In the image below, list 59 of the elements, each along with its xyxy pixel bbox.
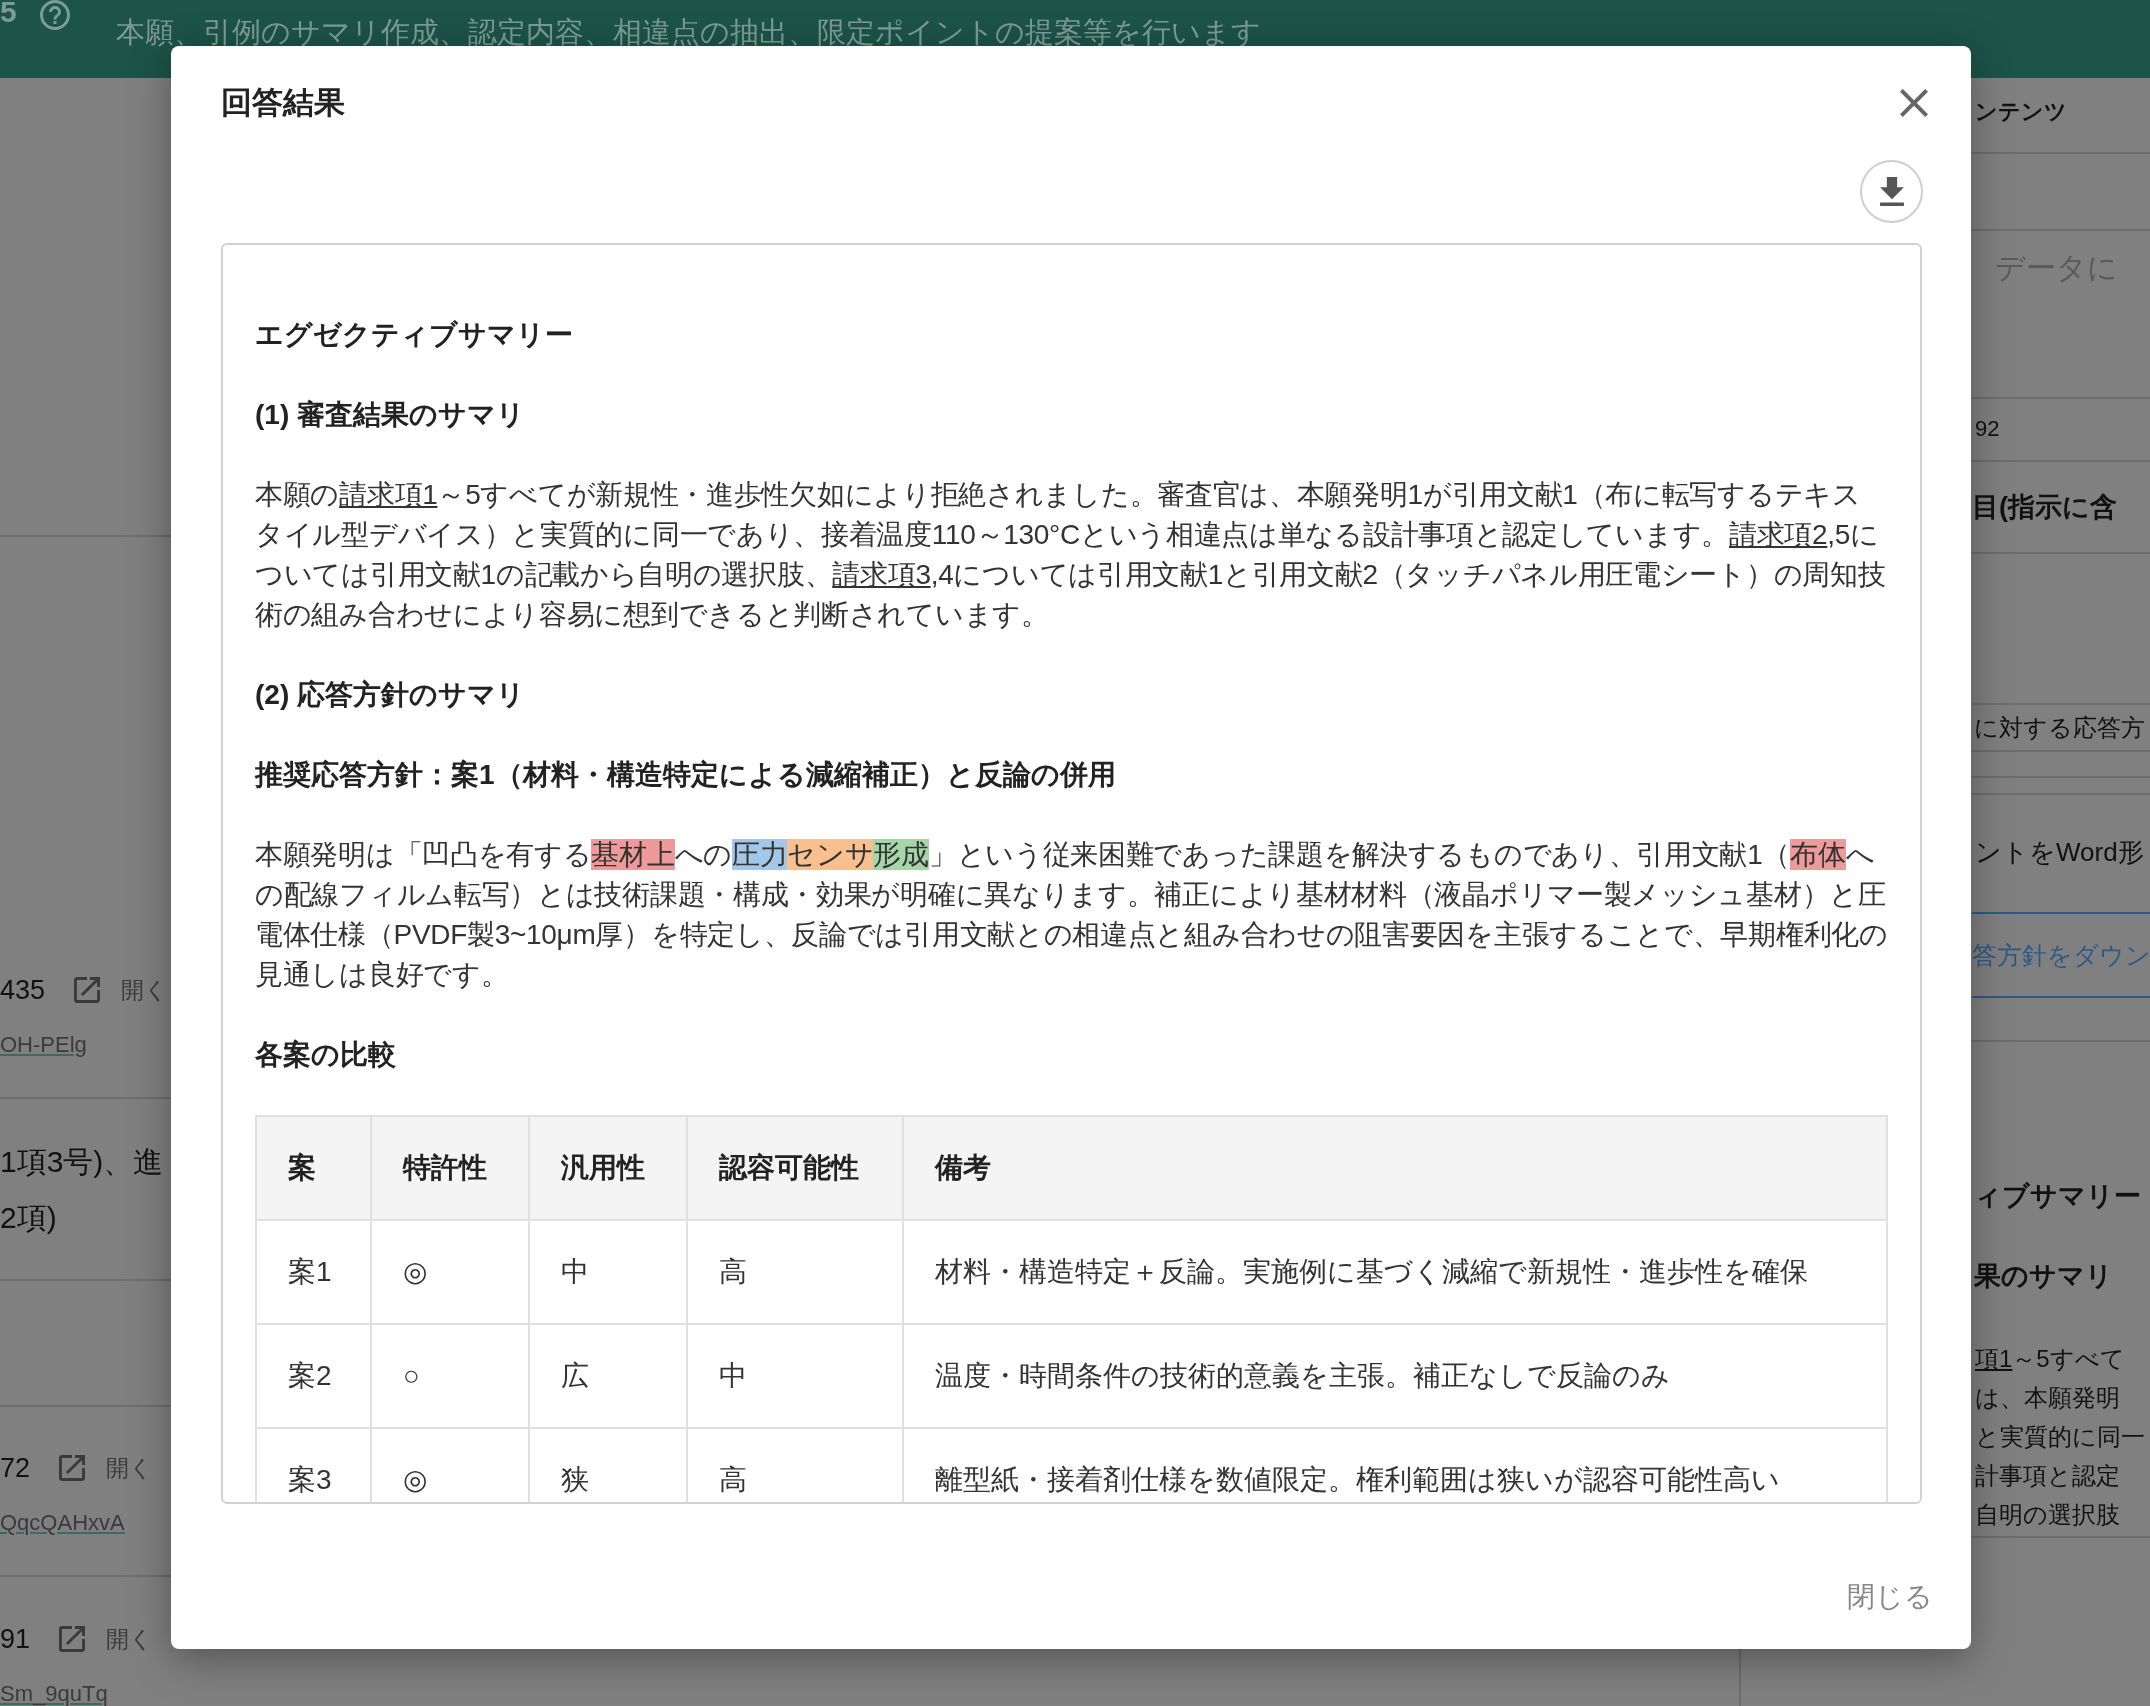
- id-link[interactable]: OH-PElg: [0, 1033, 87, 1057]
- header-description: 本願、引例のサマリ作成、認定内容、相違点の抽出、限定ポイントの提案等を行います: [115, 16, 1261, 48]
- section-heading: 推奨応答方針：案1（材料・構造特定による減縮補正）と反論の併用: [255, 758, 1117, 792]
- body-text: 2項): [0, 1200, 58, 1236]
- paragraph: 本願の請求項1～5すべてが新規性・進歩性欠如により拒絶されました。審査官は、本願発明1が引用文献1（布に転写するテキスタイル型デバイス）と実質的に同一であり、接着温度110～130°Cという相違点は単なる設計事項と認定しています。請求項2,5については引用文献1の記載から自明の選択肢、請求項3,4については引用文献1と引用文献2（タッチパネル用圧電シート）の周知技術の組み合わせにより容易に想到できると判断されています。: [255, 478, 1887, 632]
- option-label: ントをWord形: [1974, 836, 2144, 869]
- close-icon: [1900, 89, 1928, 117]
- section-heading: エグゼクティブサマリー: [255, 318, 574, 352]
- field-label: 目(指示に含: [1972, 491, 2117, 524]
- preview-text: 項1～5すべて: [1974, 1344, 2126, 1374]
- panel-title: ンテンツ: [1974, 98, 2067, 126]
- column-header: 案: [256, 1116, 371, 1220]
- column-header: 備考: [903, 1116, 1887, 1220]
- dialog-title: 回答結果: [221, 84, 345, 122]
- body-text: 1項3号)、進: [0, 1144, 165, 1180]
- claim-link[interactable]: 項1: [1975, 1345, 2013, 1372]
- section-heading: (2) 応答方針のサマリ: [255, 678, 526, 712]
- external-link-icon[interactable]: [74, 977, 101, 1003]
- table-cell: ◎: [371, 1220, 529, 1324]
- preview-heading: ィブサマリー: [1973, 1180, 2141, 1213]
- table-cell: 案2: [256, 1324, 371, 1428]
- table-cell: 広: [529, 1324, 687, 1428]
- id-link[interactable]: Sm_9quTq: [0, 1682, 108, 1706]
- table-cell: 中: [687, 1324, 903, 1428]
- id-link[interactable]: QqcQAHxvA: [0, 1511, 125, 1535]
- reference-number: 91: [0, 1623, 31, 1656]
- open-link[interactable]: 開く: [106, 1453, 154, 1483]
- table-cell: ○: [371, 1324, 529, 1428]
- paragraph: 本願発明は「凹凸を有する基材上への圧力センサ形成」という従来困難であった課題を解決するものであり、引用文献1（布体への配線フィルム転写）とは技術課題・構成・効果が明確に異なります。補正により基材材料（液晶ポリマー製メッシュ基材）と圧電体仕様（PVDF製3~10μm厚）を特定し、反論では引用文献との相違点と組み合わせの阻害要因を主張することで、早期権利化の見通しは良好です。: [255, 838, 1888, 992]
- help-icon[interactable]: [39, 0, 70, 30]
- input-field[interactable]: に対する応答方: [1972, 703, 2150, 752]
- reference-number: 72: [0, 1452, 31, 1485]
- preview-text: は、本願発明: [1974, 1383, 2121, 1413]
- external-link-icon[interactable]: [59, 1626, 86, 1652]
- table-cell: 案1: [256, 1220, 371, 1324]
- preview-subheading: 果のサマリ: [1973, 1260, 2113, 1293]
- reference-number: 435: [0, 974, 46, 1007]
- preview-text: 計事項と認定: [1974, 1461, 2121, 1491]
- table-cell: 材料・構造特定＋反論。実施例に基づく減縮で新規性・進歩性を確保: [903, 1220, 1887, 1324]
- preview-text: 自明の選択肢: [1974, 1500, 2121, 1530]
- section-heading: (1) 審査結果のサマリ: [255, 398, 526, 432]
- download-icon: [1879, 177, 1904, 206]
- claim-link[interactable]: 請求項1: [339, 479, 438, 510]
- open-link[interactable]: 開く: [106, 1624, 154, 1654]
- section-number: 5: [0, 0, 17, 27]
- column-header: 特許性: [371, 1116, 529, 1220]
- close-text-button[interactable]: 閉じる: [1839, 1569, 1941, 1625]
- table-cell: 高: [687, 1220, 903, 1324]
- external-link-icon[interactable]: [59, 1455, 86, 1481]
- section-heading: 各案の比較: [255, 1038, 397, 1072]
- claim-link[interactable]: 請求項3: [832, 559, 931, 590]
- table-cell: 案3: [256, 1428, 371, 1502]
- character-count: 92: [1974, 415, 2000, 443]
- preview-text: と実質的に同一: [1974, 1422, 2145, 1452]
- column-header: 認容可能性: [687, 1116, 903, 1220]
- table-cell: 温度・時間条件の技術的意義を主張。補正なしで反論のみ: [903, 1324, 1887, 1428]
- table-cell: 中: [529, 1220, 687, 1324]
- column-header: 汎用性: [529, 1116, 687, 1220]
- open-link[interactable]: 開く: [121, 975, 169, 1005]
